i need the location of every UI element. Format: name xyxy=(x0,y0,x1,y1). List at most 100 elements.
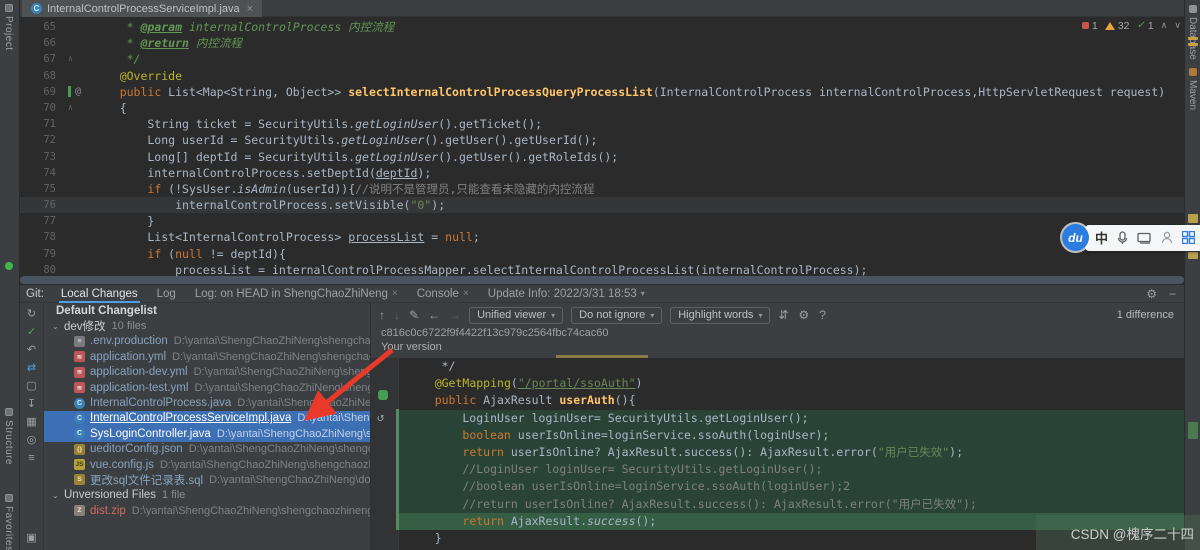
code-line: LoginUser loginUser= SecurityUtils.getLo… xyxy=(399,410,1184,427)
changed-lines-marker-icon[interactable] xyxy=(378,390,388,400)
tool-button-structure[interactable]: Structure xyxy=(3,408,14,465)
tool-button-favorites[interactable]: Favorites xyxy=(3,494,14,550)
user-profile-icon[interactable] xyxy=(1161,231,1173,244)
code-line: //boolean userIsOnline=loginService.ssoA… xyxy=(399,478,1184,495)
error-stripe-mark[interactable] xyxy=(1188,214,1198,223)
file-row[interactable]: {}ueditorConfig.jsonD:\yantai\ShengChaoZ… xyxy=(44,442,370,457)
refresh-icon[interactable]: ↻ xyxy=(27,309,36,320)
editor-tab-title: InternalControlProcessServiceImpl.java xyxy=(47,3,240,15)
file-row[interactable]: ≋application.ymlD:\yantai\ShengChaoZhiNe… xyxy=(44,349,370,364)
viewer-mode-dropdown[interactable]: Unified viewer▾ xyxy=(469,307,563,324)
unversioned-group-row[interactable]: ⌄ Unversioned Files 1 file xyxy=(44,488,370,503)
changelist-group-row[interactable]: ⌄ dev修改 10 files xyxy=(44,318,370,333)
next-difference-icon[interactable]: ↓ xyxy=(394,308,400,322)
code-line: 66 * @return 内控流程 xyxy=(20,35,1184,51)
ime-toolbar[interactable]: du 中 xyxy=(1062,224,1200,251)
fold-icon[interactable]: ∧ xyxy=(68,51,73,67)
git-tab-log-on-head-in-shengchaozhineng[interactable]: Log: on HEAD in ShengChaoZhiNeng× xyxy=(193,285,400,303)
file-row[interactable]: CSysLoginController.javaD:\yantai\ShengC… xyxy=(44,426,370,441)
line-number: 69 xyxy=(20,84,68,100)
show-diff-icon[interactable]: ⇄ xyxy=(27,363,36,374)
line-number: 75 xyxy=(20,181,68,197)
git-tab-log[interactable]: Log xyxy=(155,285,178,303)
preview-diff-icon[interactable]: ▢ xyxy=(26,381,36,392)
ime-logo-icon[interactable]: du xyxy=(1062,224,1089,251)
prev-issue-icon[interactable]: ∧ xyxy=(1161,20,1168,31)
inspections-widget[interactable]: 1 32 ✓1 ∧ ∨ xyxy=(1082,19,1181,32)
file-row[interactable]: ≡.env.productionD:\yantai\ShengChaoZhiNe… xyxy=(44,334,370,349)
gutter xyxy=(68,229,92,245)
warning-count: 32 xyxy=(1105,20,1130,32)
code-line: */ xyxy=(399,358,1184,375)
navigate-icon[interactable]: ◎ xyxy=(27,435,37,446)
file-row[interactable]: ≋application-dev.ymlD:\yantai\ShengChaoZ… xyxy=(44,365,370,380)
override-gutter-icon[interactable]: @ xyxy=(75,84,81,100)
file-row[interactable]: CInternalControlProcess.javaD:\yantai\Sh… xyxy=(44,395,370,410)
file-row[interactable]: S更改sql文件记录表.sqlD:\yantai\ShengChaoZhiNen… xyxy=(44,472,370,487)
line-number: 71 xyxy=(20,116,68,132)
code-editor[interactable]: 65 * @param internalControlProcess 内控流程6… xyxy=(20,17,1184,285)
changelist-row[interactable]: Default Changelist xyxy=(44,303,370,318)
hide-panel-icon[interactable]: − xyxy=(1169,287,1176,301)
fold-icon[interactable]: ∧ xyxy=(68,100,73,116)
tab-close-icon[interactable]: × xyxy=(392,288,398,299)
js-file-icon: JS xyxy=(74,459,85,470)
tab-close-icon[interactable]: × xyxy=(247,3,253,15)
ime-language-toggle[interactable]: 中 xyxy=(1095,228,1108,247)
help-icon[interactable]: ? xyxy=(819,308,826,322)
watermark: CSDN @槐序二十四 xyxy=(1036,515,1200,550)
java-file-icon: C xyxy=(74,428,85,439)
rollback-icon[interactable]: ↶ xyxy=(27,345,36,356)
settings-icon[interactable]: ⚙ xyxy=(799,308,810,322)
preview-toggle-icon[interactable]: ▣ xyxy=(26,533,36,544)
dropdown-caret-icon[interactable]: ▾ xyxy=(641,289,645,298)
maven-icon xyxy=(1189,68,1197,76)
forward-icon[interactable]: → xyxy=(449,308,461,322)
changes-tree[interactable]: Default Changelist ⌄ dev修改 10 files ≡.en… xyxy=(44,303,370,550)
error-stripe-mark[interactable] xyxy=(1188,252,1198,259)
file-path: D:\yantai\ShengChaoZhiNeng\shengcha xyxy=(194,382,370,394)
chevron-down-icon[interactable]: ⌄ xyxy=(52,322,64,331)
previous-difference-icon[interactable]: ↑ xyxy=(379,308,385,322)
settings-gear-icon[interactable]: ⚙ xyxy=(1146,287,1157,301)
collapse-unchanged-icon[interactable]: ⇵ xyxy=(778,308,788,322)
file-row[interactable]: Zdist.zipD:\yantai\ShengChaoZhiNeng\shen… xyxy=(44,503,370,518)
highlight-mode-dropdown[interactable]: Highlight words▾ xyxy=(670,307,770,324)
commit-icon[interactable]: ✓ xyxy=(27,327,36,338)
file-row[interactable]: JSvue.config.jsD:\yantai\ShengChaoZhiNen… xyxy=(44,457,370,472)
editor-tab[interactable]: C InternalControlProcessServiceImpl.java… xyxy=(22,0,262,17)
git-tab-console[interactable]: Console× xyxy=(415,285,471,303)
code-line: 72 Long userId = SecurityUtils.getLoginU… xyxy=(20,132,1184,148)
git-tabs: Local Changes Log Log: on HEAD in ShengCha… xyxy=(59,285,647,303)
next-issue-icon[interactable]: ∨ xyxy=(1174,20,1181,31)
group-by-icon[interactable]: ▦ xyxy=(26,417,36,428)
chevron-down-icon: ▾ xyxy=(758,311,762,320)
file-row[interactable]: CInternalControlProcessServiceImpl.javaD… xyxy=(44,411,370,426)
tab-close-icon[interactable]: × xyxy=(463,288,469,299)
git-tab-local-changes[interactable]: Local Changes xyxy=(59,285,140,303)
virtual-keyboard-icon[interactable] xyxy=(1137,232,1152,244)
tool-button-database[interactable]: Database xyxy=(1187,5,1198,60)
chevron-down-icon[interactable]: ⌄ xyxy=(52,491,64,500)
microphone-icon[interactable] xyxy=(1117,231,1128,245)
project-icon xyxy=(5,4,13,12)
error-stripe-mark[interactable] xyxy=(1188,43,1198,46)
back-icon[interactable]: ← xyxy=(428,308,440,322)
shelve-icon[interactable]: ↧ xyxy=(27,399,36,410)
error-stripe-mark[interactable] xyxy=(1188,37,1198,40)
line-number: 78 xyxy=(20,229,68,245)
ime-menu-grid-icon[interactable] xyxy=(1182,231,1195,244)
scrollbar-change-mark[interactable] xyxy=(1188,422,1198,439)
ignore-policy-dropdown[interactable]: Do not ignore▾ xyxy=(571,307,662,324)
rollback-change-icon[interactable]: ↺ xyxy=(377,410,384,424)
file-row[interactable]: ≋application-test.ymlD:\yantai\ShengChao… xyxy=(44,380,370,395)
tool-button-project[interactable]: Project xyxy=(3,4,14,51)
ide-window: Project Structure Favorites C InternalCo… xyxy=(0,0,1200,550)
editor-horizontal-scrollbar[interactable] xyxy=(20,276,1184,284)
git-tab-update-info-2022-3-31-18-53[interactable]: Update Info: 2022/3/31 18:53▾ xyxy=(486,285,647,303)
watermark-text: CSDN @槐序二十四 xyxy=(1071,523,1194,543)
edit-icon[interactable]: ✎ xyxy=(409,308,419,322)
tool-button-maven[interactable]: Maven xyxy=(1187,68,1198,110)
expand-all-icon[interactable]: ≡ xyxy=(28,453,34,464)
diff-nav-icons: ↑ ↓ ✎ ← → xyxy=(379,308,461,322)
